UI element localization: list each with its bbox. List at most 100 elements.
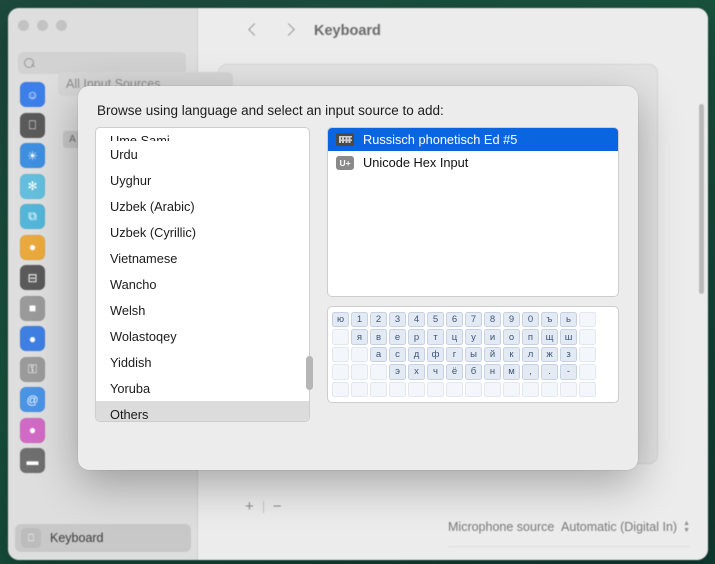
keyboard-key: 6 <box>446 312 463 328</box>
setting-row-microphone-source[interactable]: Microphone source Automatic (Digital In)… <box>448 516 690 538</box>
sidebar-icon-energy[interactable]: ● <box>20 234 45 260</box>
sidebar-icon-displays[interactable]: ☀ <box>20 143 45 168</box>
setting-label: Microphone source <box>448 520 555 534</box>
language-label: Uzbek (Cyrillic) <box>110 224 197 240</box>
sidebar-icon-internet-accounts[interactable]: @ <box>20 387 45 412</box>
list-item[interactable]: Uyghur <box>96 167 309 193</box>
list-item[interactable]: Ume Sami <box>96 128 309 141</box>
keyboard-key: щ <box>541 329 558 345</box>
divider <box>448 546 690 547</box>
list-item[interactable]: Welsh <box>96 297 309 323</box>
add-input-source-button[interactable]: + <box>245 498 254 515</box>
settings-nav-header: Keyboard <box>198 8 708 58</box>
divider <box>262 500 264 513</box>
keyboard-key: й <box>484 346 501 363</box>
language-label: Welsh <box>110 302 146 318</box>
language-label: Yoruba <box>110 380 151 396</box>
zoom-button[interactable] <box>56 20 67 31</box>
list-item-others[interactable]: Others <box>96 401 309 422</box>
add-remove-controls[interactable]: + − <box>245 498 282 515</box>
sidebar-icon-accessibility[interactable]: ☺ <box>20 82 45 107</box>
language-list[interactable]: Ume Sami Urdu Uyghur Uzbek (Arabic) Uzbe… <box>95 127 310 422</box>
sidebar-search-field[interactable] <box>18 52 186 74</box>
sidebar-icon-wallet[interactable]: ▬ <box>20 448 45 473</box>
language-label: Others <box>110 406 149 422</box>
keyboard-icon: ⎕ <box>21 528 41 548</box>
keyboard-key-blank <box>579 312 596 328</box>
list-item[interactable]: Uzbek (Cyrillic) <box>96 219 309 245</box>
keyboard-key: э <box>389 364 406 380</box>
language-label: Yiddish <box>110 354 152 370</box>
sidebar-icon-siri[interactable]: ✻ <box>20 173 45 199</box>
sidebar-icon-keyboard-top[interactable]: ⎕ <box>20 112 45 138</box>
setting-value-wrap[interactable]: Automatic (Digital In) ▲ ▼ <box>561 520 690 535</box>
sidebar-icon-lock-screen[interactable]: ⊟ <box>20 265 45 290</box>
close-button[interactable] <box>18 20 29 31</box>
setting-value: Automatic (Digital In) <box>561 520 678 534</box>
window-traffic-lights[interactable] <box>18 20 67 31</box>
keyboard-key: ж <box>541 346 558 363</box>
keyboard-key: 8 <box>484 312 501 328</box>
chevron-right-icon[interactable] <box>282 23 295 36</box>
language-label: Wancho <box>110 276 157 292</box>
keyboard-key-blank <box>522 381 539 398</box>
remove-input-source-button[interactable]: − <box>273 498 282 515</box>
keyboard-key-blank <box>332 364 349 380</box>
keyboard-key: х <box>408 364 425 380</box>
list-item[interactable]: Urdu <box>96 141 309 167</box>
list-item[interactable]: Uzbek (Arabic) <box>96 193 309 219</box>
keyboard-key-blank <box>370 364 387 380</box>
keyboard-key: к <box>503 346 520 363</box>
keyboard-key: . <box>541 364 558 380</box>
keyboard-key: ё <box>446 364 463 380</box>
page-title: Keyboard <box>314 23 381 39</box>
list-item[interactable]: Wancho <box>96 271 309 297</box>
chevron-updown-icon[interactable]: ▲ ▼ <box>683 520 690 534</box>
keyboard-key: с <box>389 346 406 363</box>
content-scrollbar[interactable] <box>699 104 704 294</box>
sidebar-item-mouse[interactable]: ○ Mouse <box>15 556 191 560</box>
keyboard-key-blank <box>579 381 596 398</box>
sidebar-icon-passwords[interactable]: ⚿ <box>20 356 45 382</box>
keyboard-key: о <box>503 329 520 345</box>
keyboard-key: ш <box>560 329 577 345</box>
keyboard-key: и <box>484 329 501 345</box>
sidebar-icon-privacy-security[interactable]: ■ <box>20 295 45 321</box>
language-list-scrollbar[interactable] <box>306 356 313 390</box>
list-item[interactable]: Yiddish <box>96 349 309 375</box>
keyboard-key: б <box>465 364 482 380</box>
keyboard-key: ц <box>446 329 463 345</box>
language-label: Urdu <box>110 146 138 162</box>
keyboard-key-blank <box>579 346 596 363</box>
keyboard-key: ф <box>427 346 444 363</box>
keyboard-key-blank <box>484 381 501 398</box>
sidebar-item-keyboard[interactable]: ⎕ Keyboard <box>15 524 191 552</box>
input-source-row-selected[interactable]: Russisch phonetisch Ed #5 <box>328 128 618 151</box>
keyboard-key: ю <box>332 312 349 328</box>
list-item[interactable]: Vietnamese <box>96 245 309 271</box>
sidebar-icon-game-center[interactable]: ● <box>20 417 45 443</box>
setting-row-shortcut[interactable]: Shortcut Press Control Key Twice ▲▼ <box>448 556 690 561</box>
language-label: Uyghur <box>110 172 152 188</box>
add-input-source-sheet: Browse using language and select an inpu… <box>78 86 638 470</box>
keyboard-row: явертцуиопщш <box>332 329 614 345</box>
keyboard-key: п <box>522 329 539 345</box>
screen: ☺ ⎕ ☀ ✻ ⧉ ● ⊟ ■ ● ⚿ @ ● ▬ ⎕ Keyboard ○ M… <box>0 0 715 564</box>
keyboard-key-blank <box>332 329 349 345</box>
keyboard-key: 9 <box>503 312 520 328</box>
keyboard-key-blank <box>560 381 577 398</box>
keyboard-key-blank <box>465 381 482 398</box>
language-label: Wolastoqey <box>110 328 177 344</box>
chevron-left-icon[interactable] <box>248 23 261 36</box>
keyboard-key: л <box>522 346 539 363</box>
keyboard-key: ъ <box>541 312 558 328</box>
sidebar-icon-screen-time[interactable]: ⧉ <box>20 204 45 229</box>
keyboard-key-blank <box>370 381 387 398</box>
keyboard-key-blank <box>541 381 558 398</box>
sidebar-icon-users-groups[interactable]: ● <box>20 326 45 351</box>
input-source-list[interactable]: Russisch phonetisch Ed #5 U+ Unicode Hex… <box>327 127 619 297</box>
list-item[interactable]: Wolastoqey <box>96 323 309 349</box>
minimize-button[interactable] <box>37 20 48 31</box>
list-item[interactable]: Yoruba <box>96 375 309 401</box>
input-source-row[interactable]: U+ Unicode Hex Input <box>328 151 618 174</box>
